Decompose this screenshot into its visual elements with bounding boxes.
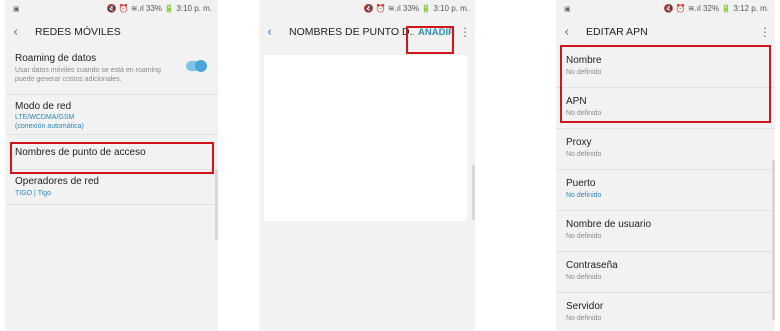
setting-operadores-de-red[interactable]: Operadores de red TIGO | Tigo	[5, 170, 218, 205]
scrollbar[interactable]	[772, 160, 775, 320]
field-value: No definido	[566, 192, 602, 199]
setting-subtitle: Usar datos móviles cuando se está en roa…	[15, 67, 161, 83]
status-bar: 🔇 ⏰ ≋.ıl 33% 🔋 3:10 p. m.	[259, 0, 475, 17]
chevron-left-icon[interactable]: ‹	[13, 25, 27, 40]
page-title: EDITAR APN	[586, 26, 648, 38]
screen-editar-apn: ▣ 🔇 ⏰ ≋.ıl 32% 🔋 3:12 p. m. ‹ EDITAR APN…	[556, 0, 775, 331]
status-right: 🔇 ⏰ ≋.ıl 33% 🔋 3:10 p. m.	[363, 4, 469, 13]
status-bar: ▣ 🔇 ⏰ ≋.ıl 32% 🔋 3:12 p. m.	[556, 0, 775, 17]
field-title: Nombre de usuario	[566, 219, 652, 230]
scrollbar[interactable]	[215, 170, 218, 240]
setting-title: Roaming de datos	[15, 53, 97, 64]
chevron-left-icon[interactable]: ‹	[267, 25, 281, 40]
status-right: 🔇 ⏰ ≋.ıl 32% 🔋 3:12 p. m.	[663, 4, 769, 13]
page-title: REDES MÓVILES	[35, 26, 121, 38]
app-bar: ‹ EDITAR APN ⋮	[556, 17, 775, 47]
field-title: Puerto	[566, 178, 596, 189]
highlight-box	[10, 142, 214, 174]
setting-title: Modo de red	[15, 101, 72, 112]
setting-subtitle: TIGO | Tigo	[15, 190, 52, 197]
setting-modo-de-red[interactable]: Modo de red LTE/WCDMA/GSM (conexión auto…	[5, 95, 218, 135]
field-value: No definido	[566, 274, 602, 281]
status-right: 🔇 ⏰ ≋.ıl 33% 🔋 3:10 p. m.	[106, 4, 212, 13]
chevron-left-icon[interactable]: ‹	[564, 25, 578, 40]
screen-nombres-punto-acceso: 🔇 ⏰ ≋.ıl 33% 🔋 3:10 p. m. ‹ NOMBRES DE P…	[259, 0, 475, 331]
apn-list-empty	[264, 55, 467, 221]
field-title: Servidor	[566, 301, 604, 312]
screen-redes-moviles: ▣ 🔇 ⏰ ≋.ıl 33% 🔋 3:10 p. m. ‹ REDES MÓVI…	[5, 0, 218, 331]
setting-roaming-datos[interactable]: Roaming de datos Usar datos móviles cuan…	[5, 47, 218, 95]
notification-icon: ▣	[564, 5, 571, 13]
field-nombre-de-usuario[interactable]: Nombre de usuario No definido	[556, 211, 775, 252]
setting-subtitle-2: (conexión automática)	[15, 123, 84, 130]
settings-list: Roaming de datos Usar datos móviles cuan…	[5, 47, 218, 205]
notification-icon: ▣	[13, 5, 20, 13]
field-contrasena[interactable]: Contraseña No definido	[556, 252, 775, 293]
field-title: Proxy	[566, 137, 592, 148]
more-vert-icon[interactable]: ⋮	[459, 25, 471, 39]
field-proxy[interactable]: Proxy No definido	[556, 129, 775, 170]
highlight-box	[560, 45, 771, 123]
field-value: No definido	[566, 233, 602, 240]
field-servidor[interactable]: Servidor No definido	[556, 293, 775, 331]
app-bar: ‹ REDES MÓVILES	[5, 17, 218, 47]
field-value: No definido	[566, 315, 602, 322]
field-value: No definido	[566, 151, 602, 158]
field-puerto[interactable]: Puerto No definido	[556, 170, 775, 211]
roaming-toggle[interactable]	[186, 60, 207, 72]
more-vert-icon[interactable]: ⋮	[759, 25, 771, 39]
toggle-knob	[195, 60, 207, 72]
field-title: Contraseña	[566, 260, 618, 271]
highlight-box	[406, 26, 454, 54]
scrollbar[interactable]	[472, 165, 475, 220]
page-title: NOMBRES DE PUNTO D...	[289, 26, 415, 38]
setting-title: Operadores de red	[15, 176, 99, 187]
setting-subtitle: LTE/WCDMA/GSM	[15, 114, 75, 121]
status-bar: ▣ 🔇 ⏰ ≋.ıl 33% 🔋 3:10 p. m.	[5, 0, 218, 17]
